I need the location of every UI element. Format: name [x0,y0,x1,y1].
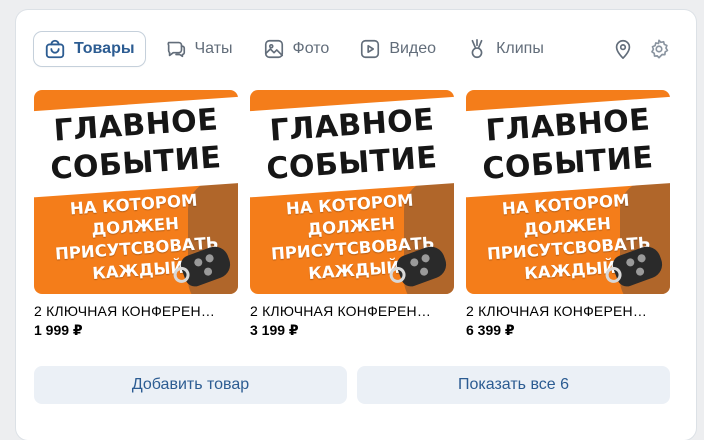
add-product-button[interactable]: Добавить товар [34,366,347,404]
product-title[interactable]: 2 КЛЮЧНАЯ КОНФЕРЕН… [34,303,230,319]
bag-icon [45,39,65,59]
product-image[interactable]: ГЛАВНОЕ СОБЫТИЕ НА КОТОРОМ ДОЛЖЕН ПРИСУТ… [250,90,454,294]
tab-label: Фото [292,40,330,57]
product-image[interactable]: ГЛАВНОЕ СОБЫТИЕ НА КОТОРОМ ДОЛЖЕН ПРИСУТ… [34,90,238,294]
tab-bar: Товары Чаты Фото Видео Клипы [34,32,564,66]
chats-icon [166,41,185,58]
product-title[interactable]: 2 КЛЮЧНАЯ КОНФЕРЕН… [250,303,446,319]
tab-bar-extra [611,37,683,61]
product-card[interactable]: ГЛАВНОЕ СОБЫТИЕ НА КОТОРОМ ДОЛЖЕН ПРИСУТ… [34,90,238,339]
show-all-button[interactable]: Показать все 6 [357,366,670,404]
tab-label: Видео [389,40,437,57]
tab-label: Чаты [194,40,233,57]
action-buttons: Добавить товар Показать все 6 [34,366,680,404]
clips-icon [471,39,483,59]
tab-products[interactable]: Товары [34,32,145,66]
product-list: ГЛАВНОЕ СОБЫТИЕ НА КОТОРОМ ДОЛЖЕН ПРИСУТ… [34,90,682,339]
product-card[interactable]: ГЛАВНОЕ СОБЫТИЕ НА КОТОРОМ ДОЛЖЕН ПРИСУТ… [466,90,670,339]
tab-video[interactable]: Видео [349,32,446,66]
tab-label: Клипы [496,40,544,57]
location-pin-icon[interactable] [611,37,635,61]
shop-widget-card: Товары Чаты Фото Видео Клипы ГЛАВНОЕ СОБ… [16,10,696,440]
tab-clips[interactable]: Клипы [456,32,554,66]
product-price: 6 399 ₽ [466,322,515,338]
gear-icon[interactable] [647,37,671,61]
tab-photo[interactable]: Фото [253,32,340,66]
product-price: 3 199 ₽ [250,322,299,338]
product-image[interactable]: ГЛАВНОЕ СОБЫТИЕ НА КОТОРОМ ДОЛЖЕН ПРИСУТ… [466,90,670,294]
tab-label: Товары [74,40,135,57]
product-title[interactable]: 2 КЛЮЧНАЯ КОНФЕРЕН… [466,303,662,319]
tab-chats[interactable]: Чаты [155,32,243,66]
video-icon [361,39,380,59]
product-card[interactable]: ГЛАВНОЕ СОБЫТИЕ НА КОТОРОМ ДОЛЖЕН ПРИСУТ… [250,90,454,339]
photo-icon [264,39,283,59]
product-price: 1 999 ₽ [34,322,83,338]
